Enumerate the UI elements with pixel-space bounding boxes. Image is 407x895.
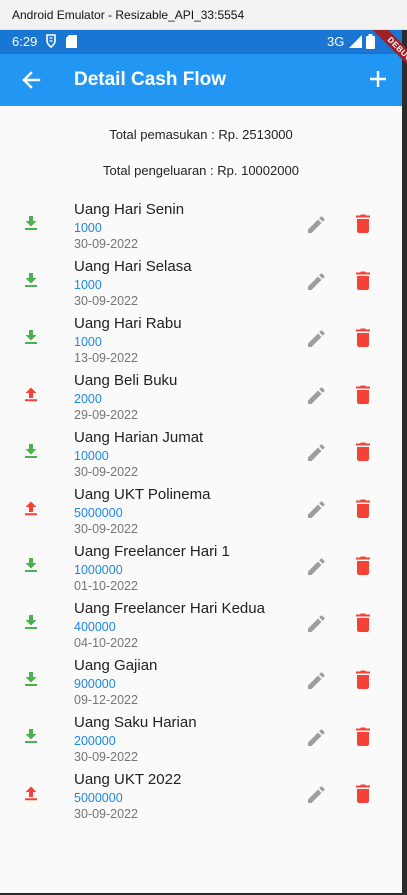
income-arrow-icon [25, 558, 37, 572]
delete-icon[interactable] [355, 499, 371, 518]
item-date: 09-12-2022 [74, 693, 138, 707]
item-date: 30-09-2022 [74, 465, 138, 479]
item-name: Uang Hari Rabu [74, 315, 182, 332]
item-amount: 1000 [74, 335, 102, 349]
delete-icon[interactable] [355, 442, 371, 461]
app-bar: Detail Cash Flow [0, 54, 402, 106]
edit-icon[interactable] [307, 500, 326, 519]
emulator-frame-edge [402, 30, 407, 895]
delete-icon[interactable] [355, 214, 371, 233]
item-name: Uang UKT 2022 [74, 771, 182, 788]
income-arrow-icon [25, 330, 37, 344]
item-date: 01-10-2022 [74, 579, 138, 593]
shield-notification-icon [46, 34, 56, 49]
delete-icon[interactable] [355, 271, 371, 290]
list-item: Uang Beli Buku 2000 29-09-2022 [0, 372, 402, 429]
sd-card-icon [66, 35, 77, 48]
delete-icon[interactable] [355, 328, 371, 347]
back-arrow-icon[interactable] [21, 70, 41, 90]
item-name: Uang Gajian [74, 657, 158, 674]
item-name: Uang Harian Jumat [74, 429, 204, 446]
edit-icon[interactable] [307, 671, 326, 690]
item-name: Uang Saku Harian [74, 714, 197, 731]
item-amount: 1000 [74, 278, 102, 292]
item-amount: 5000000 [74, 791, 123, 805]
edit-icon[interactable] [307, 443, 326, 462]
item-date: 30-09-2022 [74, 750, 138, 764]
item-amount: 1000000 [74, 563, 123, 577]
edit-icon[interactable] [307, 386, 326, 405]
delete-icon[interactable] [355, 727, 371, 746]
edit-icon[interactable] [307, 329, 326, 348]
window-title-bar: Android Emulator - Resizable_API_33:5554 [0, 0, 407, 30]
list-item: Uang Saku Harian 200000 30-09-2022 [0, 714, 402, 771]
item-amount: 900000 [74, 677, 116, 691]
list-item: Uang Hari Selasa 1000 30-09-2022 [0, 258, 402, 315]
edit-icon[interactable] [307, 272, 326, 291]
income-arrow-icon [25, 615, 37, 629]
item-date: 04-10-2022 [74, 636, 138, 650]
total-expense-text: Total pengeluaran : Rp. 10002000 [103, 163, 299, 178]
income-arrow-icon [25, 216, 37, 230]
item-date: 30-09-2022 [74, 522, 138, 536]
item-amount: 2000 [74, 392, 102, 406]
expense-arrow-icon [25, 786, 37, 801]
item-name: Uang Beli Buku [74, 372, 178, 389]
list-item: Uang Freelancer Hari 1 1000000 01-10-202… [0, 543, 402, 600]
edit-icon[interactable] [307, 785, 326, 804]
item-name: Uang Freelancer Hari Kedua [74, 600, 265, 617]
item-amount: 1000 [74, 221, 102, 235]
list-item: Uang Hari Senin 1000 30-09-2022 [0, 201, 402, 258]
list-item: Uang UKT Polinema 5000000 30-09-2022 [0, 486, 402, 543]
income-arrow-icon [25, 729, 37, 743]
expense-arrow-icon [25, 501, 37, 516]
edit-icon[interactable] [307, 215, 326, 234]
network-type: 3G [327, 34, 345, 49]
income-arrow-icon [25, 273, 37, 287]
page-title: Detail Cash Flow [74, 69, 227, 90]
edit-icon[interactable] [307, 614, 326, 633]
item-date: 30-09-2022 [74, 807, 138, 821]
item-date: 30-09-2022 [74, 294, 138, 308]
item-amount: 200000 [74, 734, 116, 748]
item-date: 30-09-2022 [74, 237, 138, 251]
income-arrow-icon [25, 444, 37, 458]
item-name: Uang UKT Polinema [74, 486, 211, 503]
item-amount: 10000 [74, 449, 109, 463]
list-item: Uang Freelancer Hari Kedua 400000 04-10-… [0, 600, 402, 657]
window-title: Android Emulator - Resizable_API_33:5554 [12, 8, 245, 22]
total-income-text: Total pemasukan : Rp. 2513000 [109, 127, 293, 142]
list-item: Uang Hari Rabu 1000 13-09-2022 [0, 315, 402, 372]
edit-icon[interactable] [307, 728, 326, 747]
item-amount: 400000 [74, 620, 116, 634]
item-name: Uang Freelancer Hari 1 [74, 543, 230, 560]
item-date: 13-09-2022 [74, 351, 138, 365]
list-item: Uang Harian Jumat 10000 30-09-2022 [0, 429, 402, 486]
list-item: Uang UKT 2022 5000000 30-09-2022 [0, 771, 402, 828]
status-time: 6:29 [12, 34, 38, 49]
item-name: Uang Hari Senin [74, 201, 185, 218]
income-arrow-icon [25, 672, 37, 686]
debug-banner: DEBUG [352, 30, 407, 90]
cash-flow-content: Total pemasukan : Rp. 2513000 Total peng… [0, 106, 402, 895]
item-name: Uang Hari Selasa [74, 258, 192, 275]
item-amount: 5000000 [74, 506, 123, 520]
expense-arrow-icon [25, 387, 37, 402]
item-date: 29-09-2022 [74, 408, 138, 422]
delete-icon[interactable] [355, 784, 371, 803]
delete-icon[interactable] [355, 385, 371, 404]
delete-icon[interactable] [355, 613, 371, 632]
edit-icon[interactable] [307, 557, 326, 576]
delete-icon[interactable] [355, 670, 371, 689]
status-bar: 6:29 3G [0, 30, 402, 54]
list-item: Uang Gajian 900000 09-12-2022 [0, 657, 402, 714]
delete-icon[interactable] [355, 556, 371, 575]
